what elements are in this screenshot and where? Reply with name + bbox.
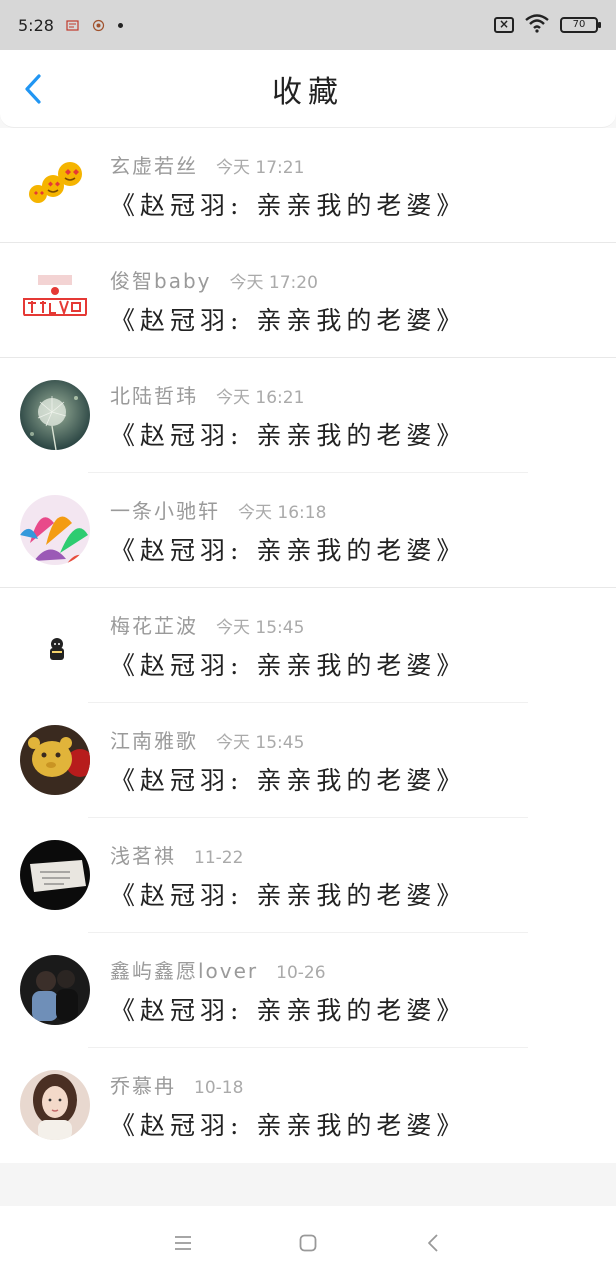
user-name: 玄虚若丝 bbox=[110, 154, 198, 178]
back-nav-button[interactable] bbox=[413, 1223, 453, 1263]
item-content: 《赵冠羽: 亲亲我的老婆》 bbox=[110, 306, 467, 335]
item-time: 10-26 bbox=[276, 963, 326, 983]
item-meta: 江南雅歌 今天 15:45 bbox=[110, 725, 304, 754]
favorite-item[interactable]: 北陆哲玮 今天 16:21 《赵冠羽: 亲亲我的老婆》 bbox=[0, 358, 616, 473]
user-name: 俊智baby bbox=[110, 269, 212, 293]
status-bar: 5:28 × 70 bbox=[0, 0, 616, 50]
item-meta: 玄虚若丝 今天 17:21 bbox=[110, 150, 304, 179]
no-sim-icon: × bbox=[494, 17, 514, 33]
item-time: 10-18 bbox=[194, 1078, 244, 1098]
favorite-item[interactable]: 梅花芷波 今天 15:45 《赵冠羽: 亲亲我的老婆》 bbox=[0, 588, 616, 703]
item-meta: 俊智baby 今天 17:20 bbox=[110, 265, 318, 294]
item-time: 今天 16:18 bbox=[238, 503, 327, 523]
favorite-item[interactable]: 江南雅歌 今天 15:45 《赵冠羽: 亲亲我的老婆》 bbox=[0, 703, 616, 818]
item-content: 《赵冠羽: 亲亲我的老婆》 bbox=[110, 1111, 467, 1140]
user-name: 鑫屿鑫愿lover bbox=[110, 959, 259, 983]
item-meta: 梅花芷波 今天 15:45 bbox=[110, 610, 304, 639]
favorite-item[interactable]: 俊智baby 今天 17:20 《赵冠羽: 亲亲我的老婆》 bbox=[0, 243, 616, 358]
user-name: 浅茗祺 bbox=[110, 844, 176, 868]
item-meta: 北陆哲玮 今天 16:21 bbox=[110, 380, 304, 409]
avatar bbox=[20, 840, 90, 910]
battery-icon: 70 bbox=[560, 17, 601, 33]
system-nav-bar bbox=[0, 1206, 616, 1280]
item-time: 今天 17:20 bbox=[229, 273, 318, 293]
item-time: 11-22 bbox=[194, 848, 244, 868]
favorite-item[interactable]: 乔慕冉 10-18 《赵冠羽: 亲亲我的老婆》 bbox=[0, 1048, 616, 1163]
favorite-item[interactable]: 玄虚若丝 今天 17:21 《赵冠羽: 亲亲我的老婆》 bbox=[0, 128, 616, 243]
avatar bbox=[20, 1070, 90, 1140]
favorite-item[interactable]: 浅茗祺 11-22 《赵冠羽: 亲亲我的老婆》 bbox=[0, 818, 616, 933]
item-meta: 浅茗祺 11-22 bbox=[110, 840, 243, 869]
avatar bbox=[20, 150, 90, 220]
favorite-item[interactable]: 鑫屿鑫愿lover 10-26 《赵冠羽: 亲亲我的老婆》 bbox=[0, 933, 616, 1048]
item-content: 《赵冠羽: 亲亲我的老婆》 bbox=[110, 191, 467, 220]
item-content: 《赵冠羽: 亲亲我的老婆》 bbox=[110, 421, 467, 450]
user-name: 江南雅歌 bbox=[110, 729, 198, 753]
status-left: 5:28 bbox=[18, 16, 123, 35]
app-notification-icon bbox=[92, 18, 106, 32]
user-name: 一条小驰轩 bbox=[110, 499, 220, 523]
item-time: 今天 16:21 bbox=[216, 388, 305, 408]
item-content: 《赵冠羽: 亲亲我的老婆》 bbox=[110, 996, 467, 1025]
avatar bbox=[20, 610, 90, 680]
favorite-item[interactable]: 一条小驰轩 今天 16:18 《赵冠羽: 亲亲我的老婆》 bbox=[0, 473, 616, 588]
item-meta: 一条小驰轩 今天 16:18 bbox=[110, 495, 326, 524]
menu-icon bbox=[174, 1236, 191, 1250]
back-triangle-icon bbox=[428, 1234, 438, 1252]
chevron-left-icon bbox=[25, 74, 41, 104]
menu-button[interactable] bbox=[163, 1223, 203, 1263]
avatar bbox=[20, 380, 90, 450]
item-time: 今天 15:45 bbox=[216, 618, 305, 638]
item-time: 今天 15:45 bbox=[216, 733, 305, 753]
item-meta: 鑫屿鑫愿lover 10-26 bbox=[110, 955, 326, 984]
avatar bbox=[20, 955, 90, 1025]
user-name: 乔慕冉 bbox=[110, 1074, 176, 1098]
home-button[interactable] bbox=[288, 1223, 328, 1263]
item-time: 今天 17:21 bbox=[216, 158, 305, 178]
item-meta: 乔慕冉 10-18 bbox=[110, 1070, 243, 1099]
avatar bbox=[20, 265, 90, 335]
back-button[interactable] bbox=[18, 72, 48, 106]
battery-level: 70 bbox=[572, 19, 586, 30]
item-content: 《赵冠羽: 亲亲我的老婆》 bbox=[110, 766, 467, 795]
status-right: × 70 bbox=[494, 13, 601, 37]
user-name: 北陆哲玮 bbox=[110, 384, 198, 408]
empty-area bbox=[0, 1163, 616, 1206]
avatar bbox=[20, 495, 90, 565]
item-content: 《赵冠羽: 亲亲我的老婆》 bbox=[110, 536, 467, 565]
dot-icon bbox=[117, 22, 123, 28]
favorites-list: 玄虚若丝 今天 17:21 《赵冠羽: 亲亲我的老婆》 俊智baby 今天 17… bbox=[0, 128, 616, 1163]
avatar bbox=[20, 725, 90, 795]
page-title: 收藏 bbox=[272, 74, 344, 110]
app-header: 收藏 bbox=[0, 50, 616, 128]
home-square-icon bbox=[299, 1234, 317, 1252]
status-time: 5:28 bbox=[18, 15, 54, 35]
item-content: 《赵冠羽: 亲亲我的老婆》 bbox=[110, 881, 467, 910]
user-name: 梅花芷波 bbox=[110, 614, 198, 638]
wifi-icon bbox=[524, 13, 550, 37]
message-icon bbox=[66, 18, 80, 32]
item-content: 《赵冠羽: 亲亲我的老婆》 bbox=[110, 651, 467, 680]
